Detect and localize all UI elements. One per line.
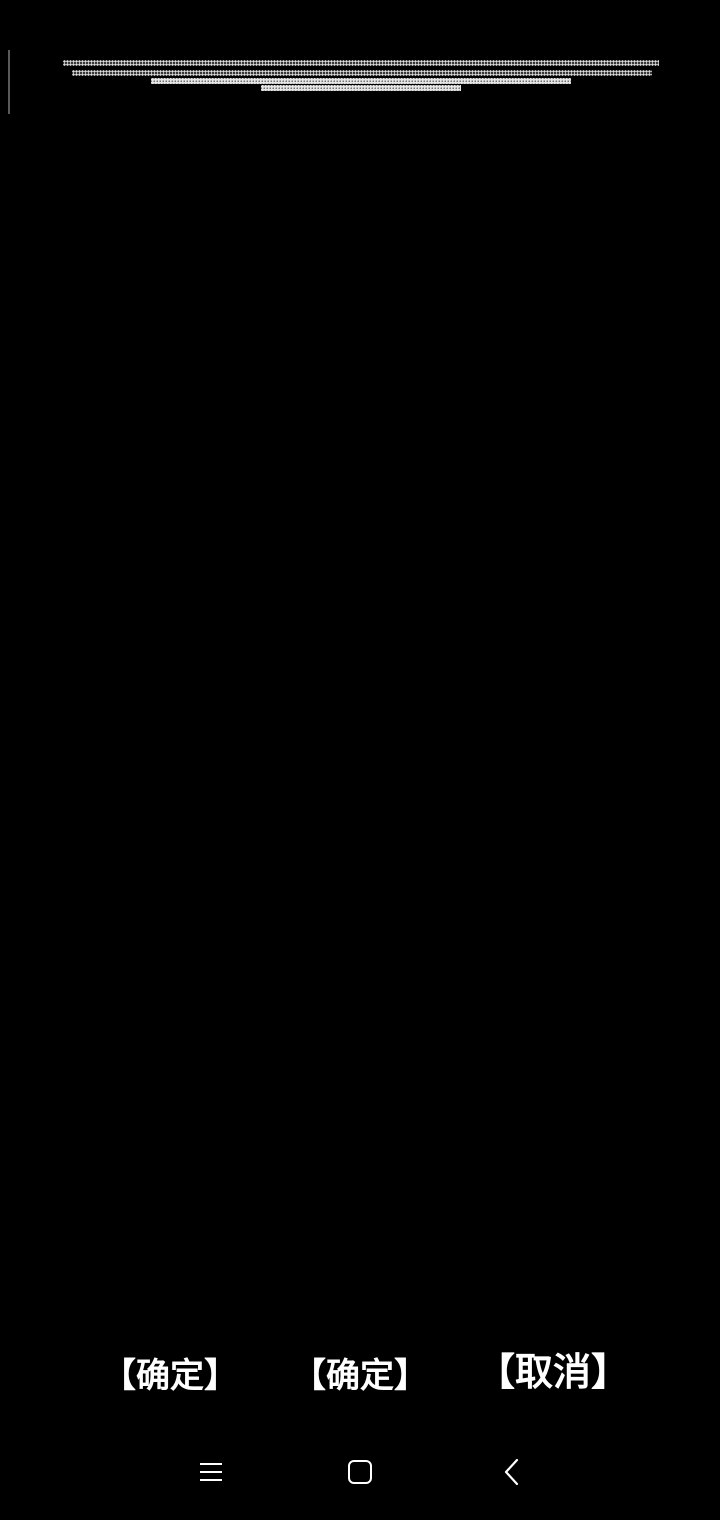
scroll-indicator[interactable] [8, 50, 10, 114]
menu-button[interactable] [191, 1452, 231, 1492]
back-button[interactable] [492, 1452, 532, 1492]
dot-matrix-line [261, 85, 461, 91]
dot-matrix-line [72, 70, 652, 76]
back-icon [504, 1458, 519, 1486]
dot-matrix-line [151, 78, 571, 84]
dot-matrix-line [63, 60, 659, 66]
confirm-button-secondary[interactable]: 【确定】 [292, 1340, 428, 1404]
home-button[interactable] [340, 1452, 380, 1492]
confirm-button[interactable]: 【确定】 [102, 1340, 238, 1404]
cancel-button[interactable]: 【取消】 [477, 1336, 629, 1400]
menu-icon [200, 1463, 222, 1481]
action-row: 【确定】 【确定】 【取消】 [0, 1340, 720, 1404]
system-navigation-bar [0, 1440, 720, 1504]
home-icon [348, 1460, 372, 1484]
